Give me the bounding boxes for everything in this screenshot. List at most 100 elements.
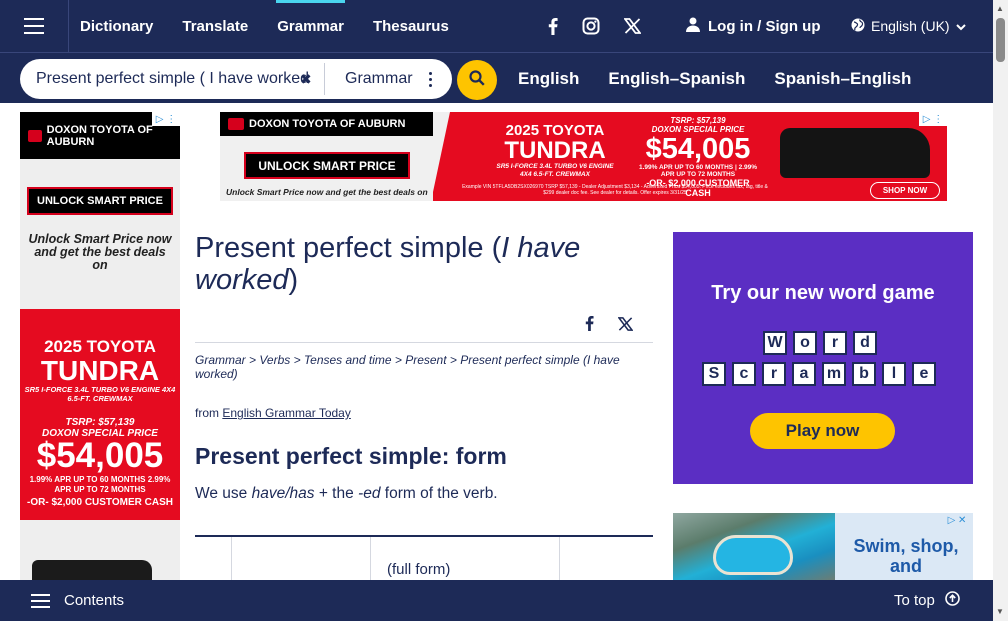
- source-link[interactable]: English Grammar Today: [222, 406, 351, 420]
- user-icon: [686, 17, 700, 36]
- game-title: Try our new word game: [711, 282, 935, 304]
- left-ad[interactable]: DOXON TOYOTA OF AUBURN ▷ ⋮ UNLOCK SMART …: [20, 112, 180, 580]
- ad-year-model: 2025 TOYOTA: [44, 337, 156, 356]
- letter-tile: c: [732, 362, 756, 386]
- word-game-ad[interactable]: Try our new word game W o r d S c r a m …: [673, 232, 973, 484]
- resort-image: [673, 513, 835, 580]
- nav-link-thesaurus[interactable]: Thesaurus: [373, 0, 463, 52]
- search-bar: ✖ Grammar English English–Spanish Spanis…: [0, 52, 993, 103]
- dictionary-links: English English–Spanish Spanish–English: [518, 53, 911, 104]
- search-divider: [324, 63, 325, 95]
- ad-choices-icon[interactable]: ▷ ✕: [943, 513, 971, 527]
- search-box: ✖ Grammar: [20, 59, 452, 99]
- scroll-up-arrow-icon[interactable]: ▲: [996, 4, 1004, 13]
- letter-tile: a: [792, 362, 816, 386]
- bottom-bar: Contents To top: [0, 580, 993, 621]
- instagram-icon[interactable]: [582, 17, 600, 35]
- search-input[interactable]: [36, 70, 308, 88]
- menu-icon[interactable]: [0, 0, 69, 52]
- more-options-icon[interactable]: [429, 71, 432, 87]
- x-share-icon[interactable]: [617, 316, 634, 336]
- toyota-logo-icon: [228, 118, 244, 130]
- table-cell: (full form): [387, 561, 451, 578]
- letter-tile: l: [882, 362, 906, 386]
- breadcrumb[interactable]: Grammar > Verbs > Tenses and time > Pres…: [195, 353, 635, 381]
- dictionary-select[interactable]: Grammar: [345, 70, 425, 88]
- ad-dealer: DOXON TOYOTA OF AUBURN: [46, 123, 153, 148]
- banner-model-block: 2025 TOYOTA TUNDRA SR5 I-FORCE 3.4L TURB…: [490, 122, 620, 179]
- dict-link-spanish-english[interactable]: Spanish–English: [774, 69, 911, 89]
- close-icon[interactable]: ✖: [300, 71, 318, 88]
- ad-choices-icon[interactable]: ▷ ⋮: [152, 112, 180, 126]
- banner-tagline: Unlock Smart Price now and get the best …: [226, 187, 428, 197]
- banner-left-panel: DOXON TOYOTA OF AUBURN UNLOCK SMART PRIC…: [220, 112, 433, 201]
- nav-link-dictionary[interactable]: Dictionary: [80, 0, 167, 52]
- page-title: Present perfect simple (I have worked): [195, 232, 653, 296]
- letter-tile: b: [852, 362, 876, 386]
- to-top-button[interactable]: To top: [894, 580, 960, 621]
- banner-unlock-button[interactable]: UNLOCK SMART PRICE: [244, 152, 410, 179]
- banner-header: DOXON TOYOTA OF AUBURN: [220, 112, 433, 136]
- truck-image: [32, 560, 152, 580]
- body-text-3: form of the verb.: [384, 485, 498, 502]
- nav-link-translate[interactable]: Translate: [182, 0, 262, 52]
- source-prefix: from: [195, 406, 219, 420]
- search-button[interactable]: [457, 60, 497, 100]
- body-paragraph: We use have/has + the -ed form of the ve…: [195, 485, 498, 503]
- letter-tile: r: [762, 362, 786, 386]
- ad-tsrp: TSRP: $57,139: [65, 417, 135, 428]
- to-top-label: To top: [894, 592, 935, 609]
- divider-line: [195, 342, 653, 343]
- contents-label: Contents: [64, 592, 125, 609]
- ad-unlock-button[interactable]: UNLOCK SMART PRICE: [27, 187, 173, 215]
- language-label: English (UK): [871, 18, 950, 34]
- banner-fine-print: Example VIN 5TFLA5DB2SX026970 TSRP $57,1…: [462, 184, 768, 196]
- top-nav: Dictionary Translate Grammar Thesaurus L…: [0, 0, 993, 52]
- login-link[interactable]: Log in / Sign up: [686, 0, 820, 52]
- article: Present perfect simple (I have worked) G…: [195, 232, 653, 597]
- section-heading: Present perfect simple: form: [195, 443, 507, 469]
- tiles-word: W o r d: [763, 331, 877, 355]
- facebook-share-icon[interactable]: [585, 316, 594, 336]
- scroll-down-arrow-icon[interactable]: ▼: [996, 607, 1004, 616]
- facebook-icon[interactable]: [548, 17, 558, 35]
- body-text-1: We use: [195, 485, 248, 502]
- share-links: [585, 316, 634, 336]
- banner-ad[interactable]: DOXON TOYOTA OF AUBURN UNLOCK SMART PRIC…: [220, 112, 947, 201]
- title-end: ): [288, 264, 299, 296]
- body-text-2: + the: [318, 485, 354, 502]
- resort-ad-text: Swim, shop, and: [853, 536, 959, 576]
- ad-spec: SR5 I-FORCE 3.4L TURBO V6 ENGINE 4X4 6.5…: [24, 385, 176, 403]
- banner-price: $54,005: [645, 133, 751, 165]
- pool-image: [713, 535, 793, 575]
- language-selector[interactable]: English (UK): [851, 0, 966, 52]
- nav-link-grammar[interactable]: Grammar: [276, 0, 358, 52]
- body-italic-1: have/has: [251, 485, 315, 502]
- truck-image: [780, 128, 930, 178]
- letter-tile: S: [702, 362, 726, 386]
- login-label: Log in / Sign up: [708, 17, 821, 35]
- scrollbar-thumb[interactable]: [996, 18, 1005, 62]
- dict-link-english-spanish[interactable]: English–Spanish: [608, 69, 745, 89]
- x-icon[interactable]: [624, 18, 641, 34]
- ad-price: $54,005: [36, 436, 164, 475]
- scrollbar[interactable]: ▲ ▼: [993, 0, 1008, 621]
- banner-tsrp: TSRP: $57,139: [670, 116, 726, 125]
- title-start: Present perfect simple (: [195, 232, 502, 264]
- contents-button[interactable]: Contents: [31, 592, 124, 609]
- toyota-logo-icon: [28, 129, 42, 142]
- letter-tile: W: [763, 331, 787, 355]
- social-links: [548, 0, 641, 52]
- globe-icon: [851, 18, 865, 35]
- banner-dealer: DOXON TOYOTA OF AUBURN: [249, 118, 406, 130]
- dict-link-english[interactable]: English: [518, 69, 579, 89]
- nav-links: Dictionary Translate Grammar Thesaurus: [80, 0, 478, 52]
- play-now-button[interactable]: Play now: [750, 413, 895, 449]
- ad-offer: 2025 TOYOTA TUNDRA SR5 I-FORCE 3.4L TURB…: [20, 309, 180, 520]
- ad-choices-icon[interactable]: ▷ ⋮: [919, 112, 947, 126]
- resort-ad[interactable]: Swim, shop, and ▷ ✕: [673, 513, 973, 580]
- ad-apr: 1.99% APR UP TO 60 MONTHS 2.99% APR UP T…: [29, 475, 171, 494]
- shop-now-button[interactable]: SHOP NOW: [870, 182, 940, 199]
- body-italic-2: -ed: [358, 485, 381, 502]
- letter-tile: d: [853, 331, 877, 355]
